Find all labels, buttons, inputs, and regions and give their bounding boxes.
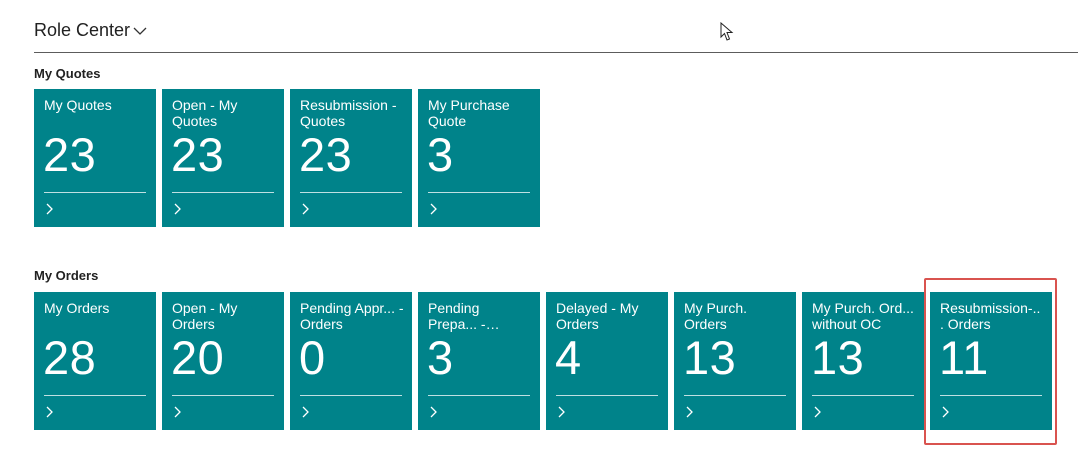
tile-value: 13: [683, 331, 737, 384]
chevron-right-icon: [430, 406, 437, 418]
tile-resubmission-quotes[interactable]: Resubmission - Quotes 23: [290, 89, 412, 227]
tile-my-purch-orders-without-oc[interactable]: My Purch. Ord... without OC 13: [802, 292, 924, 430]
tile-my-purchase-quote[interactable]: My Purchase Quote 3: [418, 89, 540, 227]
chevron-right-icon: [942, 406, 949, 418]
tile-divider: [684, 395, 786, 396]
page-title: Role Center: [34, 20, 131, 40]
tile-value: 23: [299, 128, 353, 181]
tile-label: My Orders: [44, 300, 110, 316]
tile-resubmission-orders[interactable]: Resubmission-... Orders 11: [930, 292, 1052, 430]
chevron-down-icon: [133, 27, 147, 35]
tile-divider: [812, 395, 914, 396]
tile-value: 13: [811, 331, 865, 384]
mouse-pointer-icon: [720, 22, 734, 41]
tile-open-my-quotes[interactable]: Open - My Quotes 23: [162, 89, 284, 227]
tile-value: 28: [43, 331, 97, 384]
tile-value: 23: [171, 128, 225, 181]
tile-value: 0: [299, 331, 326, 384]
tile-open-my-orders[interactable]: Open - My Orders 20: [162, 292, 284, 430]
tile-label: Resubmission-... Orders: [940, 300, 1041, 332]
header-divider: [34, 52, 1078, 53]
role-center-menu[interactable]: Role Center: [34, 20, 147, 41]
chevron-right-icon: [430, 203, 437, 215]
chevron-right-icon: [302, 406, 309, 418]
tile-label: Pending Prepa... - Orders: [428, 300, 486, 332]
tile-divider: [428, 395, 530, 396]
tile-value: 23: [43, 128, 97, 181]
tile-my-quotes[interactable]: My Quotes 23: [34, 89, 156, 227]
tile-my-orders[interactable]: My Orders 28: [34, 292, 156, 430]
tile-divider: [428, 192, 530, 193]
tile-label: Pending Appr... - Orders: [300, 300, 404, 332]
tile-divider: [556, 395, 658, 396]
tile-value: 3: [427, 331, 454, 384]
chevron-right-icon: [46, 406, 53, 418]
chevron-right-icon: [174, 203, 181, 215]
tile-pending-prepayment-orders[interactable]: Pending Prepa... - Orders 3: [418, 292, 540, 430]
tile-label: Delayed - My Orders: [556, 300, 639, 332]
tiles-my-quotes: My Quotes 23 Open - My Quotes 23 Resubmi…: [34, 89, 540, 227]
tile-label: Open - My Quotes: [172, 97, 238, 129]
section-title-my-orders: My Orders: [34, 268, 99, 283]
tile-label: My Quotes: [44, 97, 112, 113]
tile-value: 3: [427, 128, 454, 181]
tile-value: 11: [939, 331, 989, 384]
tile-divider: [300, 395, 402, 396]
tile-label: Open - My Orders: [172, 300, 238, 332]
chevron-right-icon: [174, 406, 181, 418]
chevron-right-icon: [814, 406, 821, 418]
tile-label: My Purch. Orders: [684, 300, 748, 332]
tile-divider: [172, 192, 274, 193]
tile-delayed-my-orders[interactable]: Delayed - My Orders 4: [546, 292, 668, 430]
tiles-my-orders: My Orders 28 Open - My Orders 20 Pending…: [34, 292, 1052, 430]
tile-my-purch-orders[interactable]: My Purch. Orders 13: [674, 292, 796, 430]
chevron-right-icon: [558, 406, 565, 418]
tile-divider: [44, 395, 146, 396]
chevron-right-icon: [302, 203, 309, 215]
tile-divider: [300, 192, 402, 193]
tile-label: My Purch. Ord... without OC: [812, 300, 914, 332]
tile-label: Resubmission - Quotes: [300, 97, 397, 129]
tile-value: 20: [171, 331, 225, 384]
tile-divider: [172, 395, 274, 396]
tile-divider: [940, 395, 1042, 396]
tile-pending-approval-orders[interactable]: Pending Appr... - Orders 0: [290, 292, 412, 430]
tile-value: 4: [555, 331, 582, 384]
chevron-right-icon: [686, 406, 693, 418]
tile-label: My Purchase Quote: [428, 97, 510, 129]
chevron-right-icon: [46, 203, 53, 215]
section-title-my-quotes: My Quotes: [34, 66, 101, 81]
tile-divider: [44, 192, 146, 193]
